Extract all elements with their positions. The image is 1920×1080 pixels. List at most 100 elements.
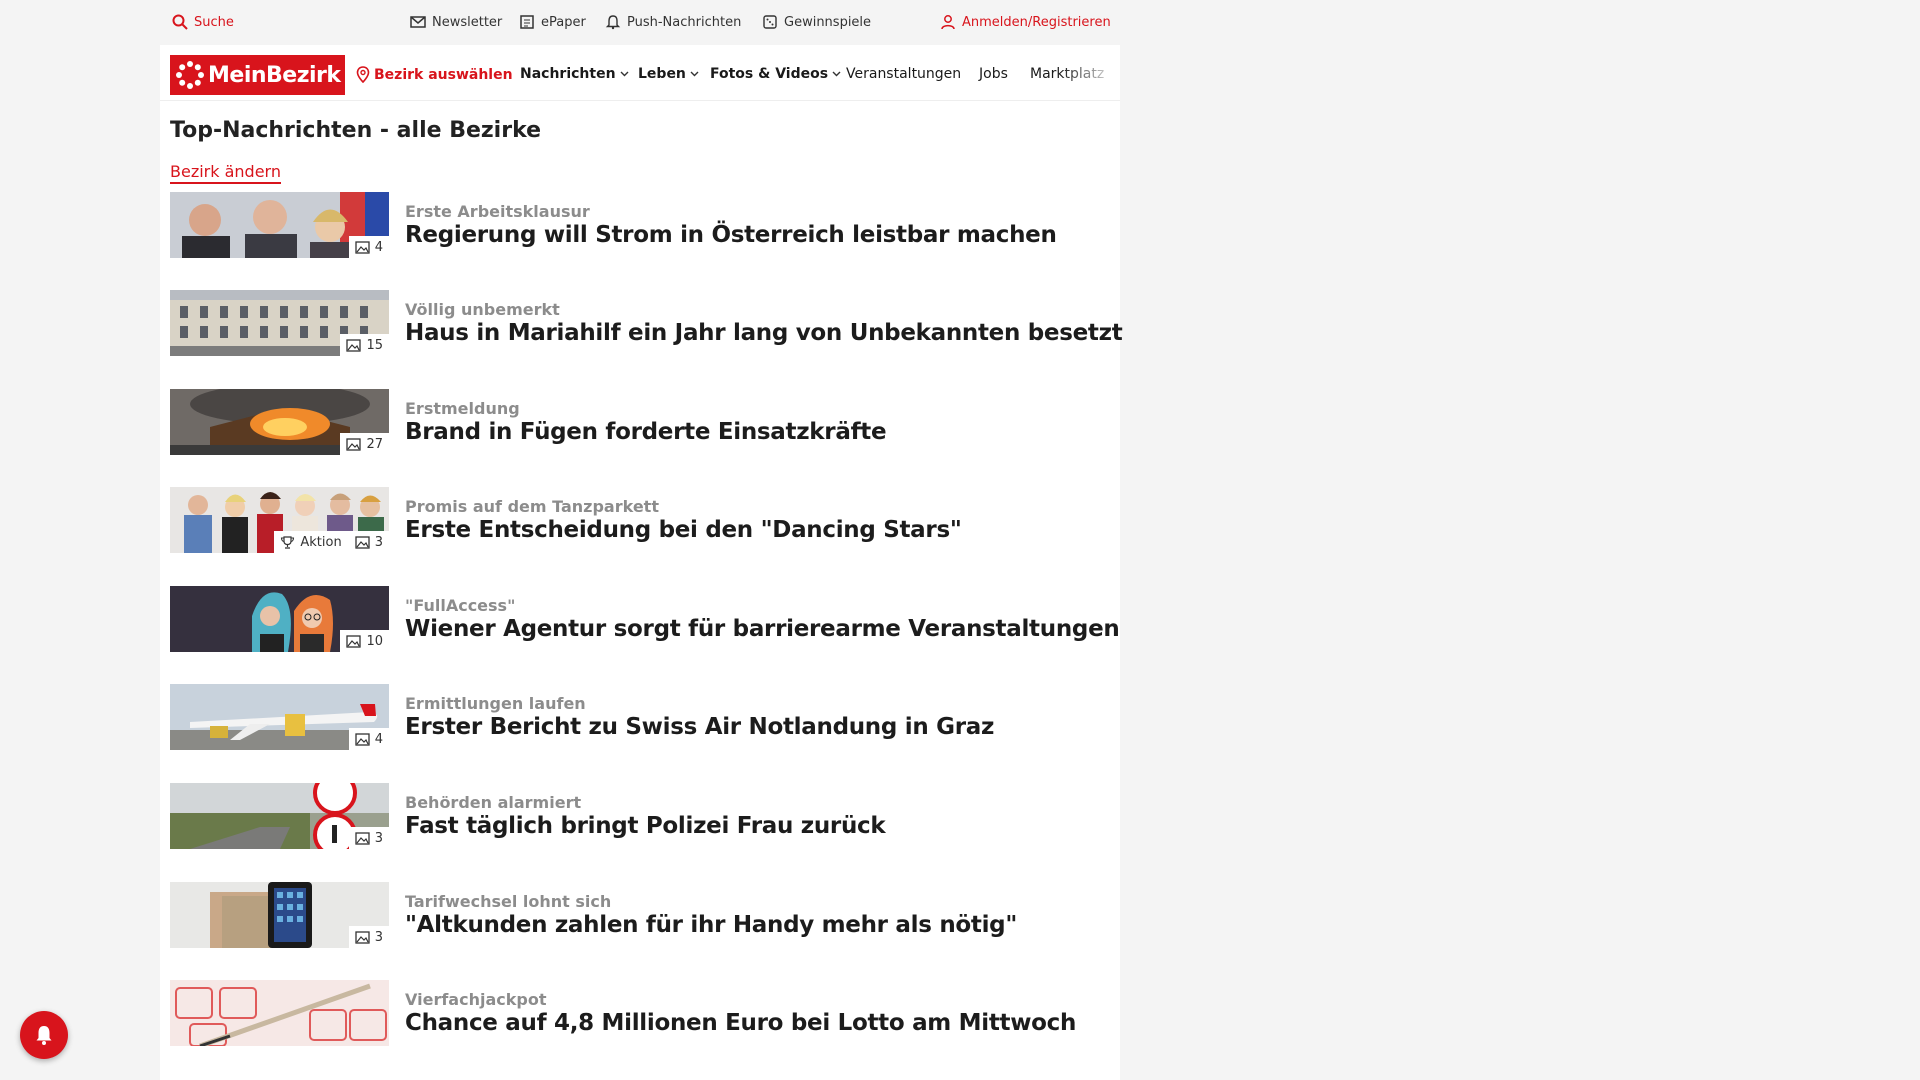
article-item[interactable]: 3 Tarifwechsel lohnt sich "Altkunden zah…: [170, 882, 1110, 950]
chevron-down-icon: [690, 71, 699, 77]
chevron-down-icon: [832, 71, 841, 77]
article-item[interactable]: 4 Erste Arbeitsklausur Regierung will St…: [170, 192, 1110, 260]
article-item[interactable]: 10 "FullAccess" Wiener Agentur sorgt für…: [170, 586, 1120, 654]
image-icon: [346, 437, 362, 451]
photo-count-badge: 27: [340, 433, 389, 455]
article-title[interactable]: Wiener Agentur sorgt für barrierearme Ve…: [405, 616, 1120, 642]
mail-icon: [410, 16, 426, 28]
article-item[interactable]: 4 Ermittlungen laufen Erster Bericht zu …: [170, 684, 1110, 752]
photo-count: 3: [374, 929, 383, 945]
photo-count: 3: [374, 830, 383, 846]
article-kicker: Erste Arbeitsklausur: [405, 202, 590, 221]
nav-item-label: Jobs: [979, 66, 1008, 82]
article-thumbnail: 3: [170, 783, 389, 849]
article-kicker: Erstmeldung: [405, 399, 520, 418]
bell-icon: [605, 15, 621, 30]
search-icon: [172, 14, 188, 30]
image-icon: [346, 634, 362, 648]
article-thumbnail: 15: [170, 290, 389, 356]
district-select[interactable]: Bezirk auswählen: [356, 66, 513, 83]
article-item[interactable]: Vierfachjackpot Chance auf 4,8 Millionen…: [170, 980, 1110, 1048]
article-thumbnail: 10: [170, 586, 389, 652]
photo-count-badge: 3: [348, 926, 389, 948]
newsletter-label: Newsletter: [432, 14, 503, 30]
dice-icon: [763, 15, 777, 29]
article-title[interactable]: Chance auf 4,8 Millionen Euro bei Lotto …: [405, 1010, 1076, 1036]
article-kicker: "FullAccess": [405, 596, 516, 615]
article-kicker: Vierfachjackpot: [405, 990, 547, 1009]
nav-item-jobs[interactable]: Jobs: [979, 66, 1008, 82]
article-title[interactable]: "Altkunden zahlen für ihr Handy mehr als…: [405, 912, 1017, 938]
photo-count: 27: [366, 436, 383, 452]
photo-count-badge: 3: [348, 827, 389, 849]
nav-item-fotos-videos[interactable]: Fotos & Videos: [710, 66, 841, 82]
nav-item-label: Marktplatz: [1030, 66, 1105, 82]
image-icon: [355, 535, 370, 549]
article-thumbnail: [170, 980, 389, 1046]
article-thumbnail: 3: [170, 882, 389, 948]
article-item[interactable]: 15 Völlig unbemerkt Haus in Mariahilf ei…: [170, 290, 1123, 358]
image-icon: [355, 240, 370, 254]
photo-count-badge: Aktion 3: [274, 531, 389, 553]
notification-bell-button[interactable]: [20, 1011, 68, 1059]
article-kicker: Promis auf dem Tanzparkett: [405, 497, 659, 516]
search-link[interactable]: Suche: [172, 14, 234, 30]
photo-count-badge: 15: [340, 334, 389, 356]
contests-link[interactable]: Gewinnspiele: [762, 14, 871, 30]
nav-item-nachrichten[interactable]: Nachrichten: [520, 66, 629, 82]
district-select-label: Bezirk auswählen: [374, 66, 513, 83]
contests-label: Gewinnspiele: [784, 14, 872, 30]
nav-item-label: Fotos & Videos: [710, 66, 829, 82]
page-title: Top-Nachrichten - alle Bezirke: [170, 118, 542, 143]
logo[interactable]: MeinBezirk: [170, 55, 345, 95]
article-title[interactable]: Regierung will Strom in Österreich leist…: [405, 222, 1057, 248]
article-item[interactable]: Aktion 3 Promis auf dem Tanzparkett Erst…: [170, 487, 1110, 555]
article-title[interactable]: Erste Entscheidung bei den "Dancing Star…: [405, 517, 962, 543]
article-thumbnail: 27: [170, 389, 389, 455]
article-kicker: Völlig unbemerkt: [405, 300, 560, 319]
photo-count-badge: 4: [348, 728, 389, 750]
epaper-link[interactable]: ePaper: [519, 14, 586, 30]
page: Suche Newsletter ePaper Push-Nachrichten…: [160, 0, 1123, 1080]
nav-item-label: Leben: [638, 66, 686, 82]
image-icon: [346, 338, 362, 352]
nav-item-leben[interactable]: Leben: [638, 66, 699, 82]
image-icon: [355, 930, 370, 944]
article-item[interactable]: 27 Erstmeldung Brand in Fügen forderte E…: [170, 389, 1110, 457]
newsletter-link[interactable]: Newsletter: [410, 14, 502, 30]
user-icon: [941, 15, 955, 30]
login-link[interactable]: Anmelden/Registrieren: [940, 14, 1111, 30]
article-title[interactable]: Brand in Fügen forderte Einsatzkräfte: [405, 419, 887, 445]
photo-count: 10: [366, 633, 383, 649]
location-pin-icon: [356, 66, 370, 83]
article-thumbnail: Aktion 3: [170, 487, 389, 553]
change-district-link[interactable]: Bezirk ändern: [170, 162, 281, 184]
article-kicker: Ermittlungen laufen: [405, 694, 586, 713]
article-title[interactable]: Haus in Mariahilf ein Jahr lang von Unbe…: [405, 320, 1123, 346]
image-icon: [355, 831, 370, 845]
utility-bar: Suche Newsletter ePaper Push-Nachrichten…: [160, 0, 1120, 45]
logo-text: MeinBezirk: [208, 62, 341, 88]
epaper-label: ePaper: [541, 14, 586, 30]
search-label: Suche: [194, 14, 234, 30]
nav-item-label: Veranstaltungen: [846, 66, 962, 82]
photo-count-badge: 4: [348, 236, 389, 258]
article-thumbnail: 4: [170, 684, 389, 750]
article-title[interactable]: Fast täglich bringt Polizei Frau zurück: [405, 813, 886, 839]
chevron-down-icon: [620, 71, 629, 77]
logo-sun-icon: [176, 61, 204, 89]
nav-item-veranstaltungen[interactable]: Veranstaltungen: [846, 66, 961, 82]
image-icon: [355, 732, 370, 746]
push-link[interactable]: Push-Nachrichten: [605, 14, 741, 30]
article-item[interactable]: 3 Behörden alarmiert Fast täglich bringt…: [170, 783, 1110, 851]
nav-item-marktplatz[interactable]: Marktplatz: [1030, 66, 1104, 82]
photo-count: 4: [374, 731, 383, 747]
nav-item-label: Nachrichten: [520, 66, 616, 82]
bell-icon: [36, 1026, 52, 1045]
article-kicker: Behörden alarmiert: [405, 793, 582, 812]
push-label: Push-Nachrichten: [627, 14, 742, 30]
main-nav: MeinBezirk Bezirk auswählen Nachrichten …: [160, 45, 1120, 101]
photo-count: 4: [374, 239, 383, 255]
article-title[interactable]: Erster Bericht zu Swiss Air Notlandung i…: [405, 714, 994, 740]
article-thumbnail: 4: [170, 192, 389, 258]
